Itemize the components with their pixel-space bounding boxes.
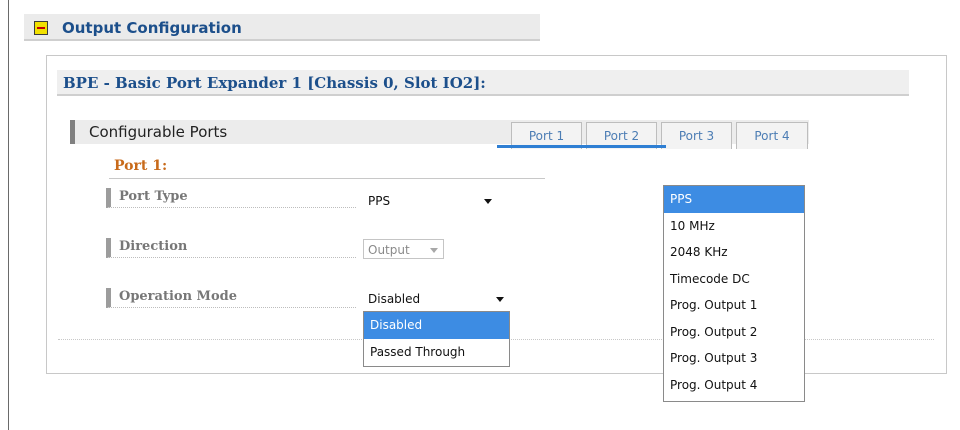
port-type-option-prog-output-4[interactable]: Prog. Output 4 (664, 372, 804, 399)
operation-mode-select[interactable]: Disabled (364, 289, 509, 309)
direction-select: Output (363, 239, 444, 259)
window-left-border (8, 0, 9, 430)
section-header[interactable]: Output Configuration (24, 14, 540, 41)
port-heading-divider (109, 178, 545, 179)
port-type-label: Port Type (106, 188, 356, 208)
port-type-dropdown-list[interactable]: PPS 10 MHz 2048 KHz Timecode DC Prog. Ou… (663, 185, 805, 402)
port-type-option-pps[interactable]: PPS (664, 186, 804, 213)
port-type-option-prog-output-3[interactable]: Prog. Output 3 (664, 345, 804, 372)
tab-port-3[interactable]: Port 3 (661, 122, 732, 149)
configurable-ports-label: Configurable Ports (89, 123, 228, 141)
port-type-option-10mhz[interactable]: 10 MHz (664, 213, 804, 240)
operation-mode-option-disabled[interactable]: Disabled (364, 312, 509, 339)
dropdown-connector-line (497, 145, 666, 148)
section-title: Output Configuration (62, 19, 242, 37)
port-heading: Port 1: (114, 158, 168, 174)
direction-label: Direction (106, 238, 356, 258)
port-type-option-prog-output-1[interactable]: Prog. Output 1 (664, 292, 804, 319)
port-type-option-prog-output-2[interactable]: Prog. Output 2 (664, 319, 804, 346)
chevron-down-icon (496, 297, 504, 302)
port-type-option-2048khz[interactable]: 2048 KHz (664, 239, 804, 266)
port-type-select[interactable]: PPS (364, 191, 497, 211)
operation-mode-label: Operation Mode (106, 288, 356, 308)
chevron-down-icon (484, 199, 492, 204)
tab-port-4[interactable]: Port 4 (736, 122, 808, 149)
port-type-option-timecode-dc[interactable]: Timecode DC (664, 266, 804, 293)
operation-mode-dropdown-list[interactable]: Disabled Passed Through (363, 311, 510, 367)
operation-mode-value: Disabled (368, 292, 421, 306)
device-title: BPE - Basic Port Expander 1 [Chassis 0, … (63, 74, 486, 92)
direction-value: Output (368, 243, 410, 257)
chevron-down-icon (430, 248, 438, 253)
operation-mode-option-passed-through[interactable]: Passed Through (364, 339, 509, 366)
port-type-value: PPS (368, 194, 391, 208)
device-header: BPE - Basic Port Expander 1 [Chassis 0, … (57, 70, 909, 96)
collapse-minus-icon[interactable] (34, 21, 48, 35)
